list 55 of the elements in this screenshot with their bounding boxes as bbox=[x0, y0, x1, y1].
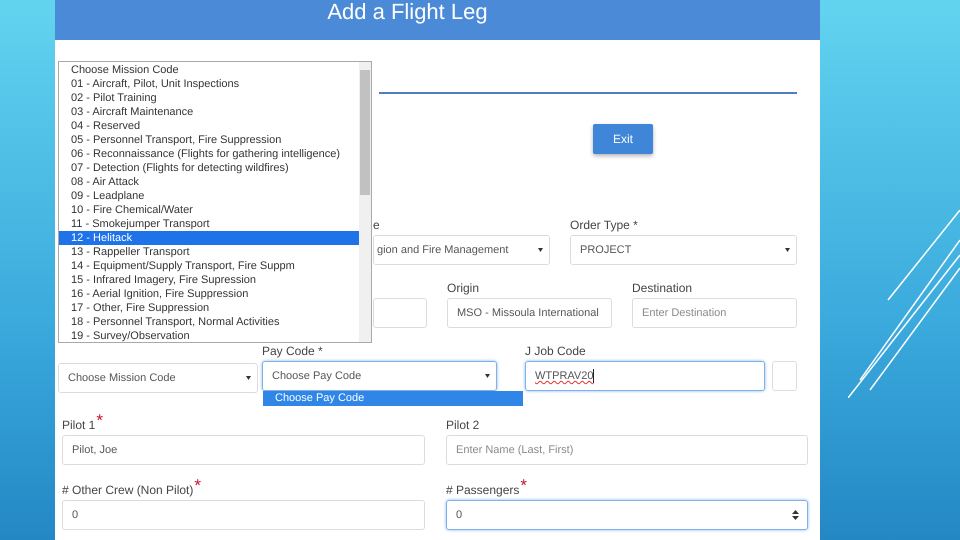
dropdown-option[interactable]: 18 - Personnel Transport, Normal Activities bbox=[59, 315, 359, 329]
select-field[interactable]: Choose Mission Code bbox=[58, 363, 258, 393]
dropdown-option[interactable]: 05 - Personnel Transport, Fire Suppression bbox=[59, 133, 359, 147]
required-mark: * bbox=[194, 479, 201, 493]
exit-button[interactable]: Exit bbox=[593, 124, 653, 154]
dropdown-option[interactable]: 07 - Detection (Flights for detecting wildfires) bbox=[59, 161, 359, 175]
dropdown-option[interactable]: Choose Pay Code bbox=[263, 391, 523, 406]
select-field[interactable]: gion and Fire Management bbox=[373, 235, 550, 265]
caret-icon bbox=[485, 374, 490, 378]
dropdown-option[interactable]: Choose Mission Code bbox=[59, 63, 359, 77]
field-label: J Job Code bbox=[525, 344, 586, 358]
number-field[interactable]: 0 bbox=[446, 500, 808, 530]
dropdown-option[interactable]: 16 - Aerial Ignition, Fire Suppression bbox=[59, 287, 359, 301]
field-label: Pilot 1 bbox=[62, 418, 96, 432]
field-label: # Passengers bbox=[446, 483, 520, 497]
dropdown-option[interactable]: 14 - Equipment/Supply Transport, Fire Suppm bbox=[59, 259, 359, 273]
text-field[interactable]: Enter Name (Last, First) bbox=[446, 435, 808, 465]
required-mark: * bbox=[96, 414, 103, 428]
required-mark: * bbox=[520, 479, 528, 493]
field-label: Order Type * bbox=[570, 218, 638, 232]
caret-icon bbox=[246, 376, 251, 380]
dropdown-option[interactable]: 12 - Helitack bbox=[59, 231, 359, 245]
text-field[interactable] bbox=[772, 361, 797, 391]
field-label: Pilot 2 bbox=[446, 418, 480, 432]
scrollbar[interactable] bbox=[359, 62, 371, 342]
text-field[interactable]: Pilot, Joe bbox=[62, 435, 425, 465]
dropdown-option[interactable]: 03 - Aircraft Maintenance bbox=[59, 105, 359, 119]
text-field[interactable]: MSO - Missoula International bbox=[447, 298, 612, 328]
text-field[interactable] bbox=[373, 298, 427, 328]
field-label: Destination bbox=[632, 281, 692, 295]
dropdown-option[interactable]: 11 - Smokejumper Transport bbox=[59, 217, 359, 231]
dropdown-option[interactable]: 17 - Other, Fire Suppression bbox=[59, 301, 359, 315]
dropdown-option[interactable]: 02 - Pilot Training bbox=[59, 91, 359, 105]
field-label: e bbox=[373, 218, 380, 232]
dropdown-option[interactable]: 09 - Leadplane bbox=[59, 189, 359, 203]
select-field[interactable]: PROJECT bbox=[570, 235, 797, 265]
text-field[interactable]: Enter Destination bbox=[632, 298, 797, 328]
dropdown-option[interactable]: 19 - Survey/Observation bbox=[59, 329, 359, 343]
dropdown-option[interactable]: 04 - Reserved bbox=[59, 119, 359, 133]
field-label: Pay Code * bbox=[262, 344, 323, 358]
field-label: # Other Crew (Non Pilot) bbox=[62, 483, 194, 497]
caret-icon bbox=[785, 248, 790, 252]
text-field[interactable]: 0 bbox=[62, 500, 425, 530]
dropdown-option[interactable]: 10 - Fire Chemical/Water bbox=[59, 203, 359, 217]
field-label: Origin bbox=[447, 281, 480, 295]
dropdown-option[interactable]: 01 - Aircraft, Pilot, Unit Inspections bbox=[59, 77, 359, 91]
spinner-icon[interactable] bbox=[792, 510, 799, 520]
dropdown-option[interactable]: 06 - Reconnaissance (Flights for gathering intelligence) bbox=[59, 147, 359, 161]
text-field[interactable]: WTPRAV20 bbox=[525, 361, 765, 391]
select-field[interactable]: Choose Pay Code bbox=[262, 361, 497, 391]
dropdown-option[interactable]: 15 - Infrared Imagery, Fire Supression bbox=[59, 273, 359, 287]
dropdown-option[interactable]: 08 - Air Attack bbox=[59, 175, 359, 189]
caret-icon bbox=[538, 248, 543, 252]
dropdown-option[interactable]: 13 - Rappeller Transport bbox=[59, 245, 359, 259]
page-title: Add a Flight Leg bbox=[327, 0, 488, 24]
